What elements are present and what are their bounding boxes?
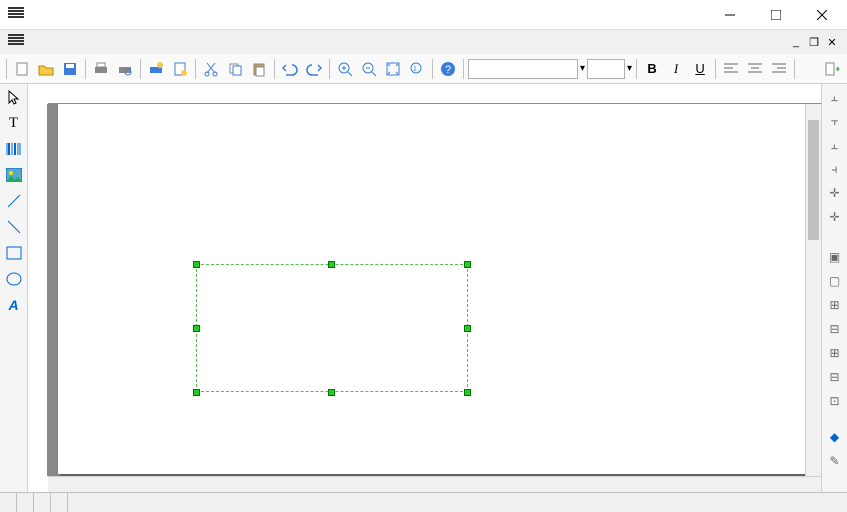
diagonal-tool[interactable]: [3, 216, 25, 238]
status-model: [17, 493, 34, 512]
canvas[interactable]: [48, 104, 821, 476]
undo-button[interactable]: [279, 58, 301, 80]
scrollbar-vertical[interactable]: [805, 104, 821, 476]
label-page[interactable]: [58, 104, 806, 474]
barcode-tool[interactable]: [3, 138, 25, 160]
menu-database[interactable]: [88, 40, 100, 44]
bring-forward-icon[interactable]: ⊞: [826, 344, 844, 362]
lock-icon[interactable]: ⊡: [826, 392, 844, 410]
align-top-icon[interactable]: ⫠: [826, 88, 844, 106]
svg-text:?: ?: [445, 64, 451, 76]
print-button[interactable]: [90, 58, 112, 80]
menu-create[interactable]: [64, 40, 76, 44]
zoom-out-button[interactable]: [358, 58, 380, 80]
resize-handle[interactable]: [193, 325, 200, 332]
maximize-button[interactable]: [753, 0, 799, 30]
align-left-button[interactable]: [720, 58, 742, 80]
send-back-icon[interactable]: ⊟: [826, 320, 844, 338]
select-tool[interactable]: [3, 86, 25, 108]
send-backward-icon[interactable]: ⊟: [826, 368, 844, 386]
resize-handle[interactable]: [193, 389, 200, 396]
menu-view[interactable]: [52, 40, 64, 44]
align-left-icon[interactable]: ⫞: [826, 160, 844, 178]
mdi-close-button[interactable]: ✕: [825, 35, 839, 49]
font-size-select[interactable]: [587, 59, 625, 79]
open-button[interactable]: [35, 58, 57, 80]
align-hcenter-icon[interactable]: ✛: [826, 184, 844, 202]
resize-handle[interactable]: [328, 389, 335, 396]
app-icon: [8, 7, 24, 23]
align-right-button[interactable]: [768, 58, 790, 80]
color-tool-icon[interactable]: ◆: [826, 428, 844, 446]
resize-handle[interactable]: [193, 261, 200, 268]
main-area: T A: [0, 84, 847, 492]
workspace: [28, 84, 821, 492]
align-vcenter-icon[interactable]: ⫟: [826, 112, 844, 130]
bring-front-icon[interactable]: ⊞: [826, 296, 844, 314]
zoom-100-button[interactable]: 1: [406, 58, 428, 80]
status-port: [34, 493, 51, 512]
minimize-button[interactable]: [707, 0, 753, 30]
cut-button[interactable]: [200, 58, 222, 80]
properties-icon[interactable]: ✎: [826, 452, 844, 470]
redo-button[interactable]: [303, 58, 325, 80]
title-bar: [0, 0, 847, 30]
text-style-tool[interactable]: A: [3, 294, 25, 316]
text-tool[interactable]: T: [3, 112, 25, 134]
print-preview-button[interactable]: [114, 58, 136, 80]
print-setup-button[interactable]: [145, 58, 167, 80]
page-setup-button[interactable]: [169, 58, 191, 80]
resize-handle[interactable]: [464, 261, 471, 268]
paste-button[interactable]: [248, 58, 270, 80]
toolbar: 1 ? ▾ ▾ B I U: [0, 54, 847, 84]
menu-arrange[interactable]: [76, 40, 88, 44]
ungroup-icon[interactable]: ▢: [826, 272, 844, 290]
window-controls: [707, 0, 845, 30]
save-button[interactable]: [59, 58, 81, 80]
ruler-vertical: [28, 104, 48, 476]
close-button[interactable]: [799, 0, 845, 30]
rectangle-tool[interactable]: [3, 242, 25, 264]
copy-button[interactable]: [224, 58, 246, 80]
mdi-restore-button[interactable]: ❐: [807, 35, 821, 49]
resize-handle[interactable]: [464, 389, 471, 396]
align-center-button[interactable]: [744, 58, 766, 80]
zoom-in-button[interactable]: [334, 58, 356, 80]
resize-handle[interactable]: [328, 261, 335, 268]
resize-handle[interactable]: [464, 325, 471, 332]
font-name-select[interactable]: [468, 59, 578, 79]
align-bottom-icon[interactable]: ⫠: [826, 136, 844, 154]
line-tool[interactable]: [3, 190, 25, 212]
menu-window[interactable]: [112, 40, 124, 44]
new-button[interactable]: [11, 58, 33, 80]
italic-button[interactable]: I: [665, 58, 687, 80]
menu-edit[interactable]: [40, 40, 52, 44]
menu-bar: _ ❐ ✕: [0, 30, 847, 54]
menu-tool[interactable]: [100, 40, 112, 44]
ellipse-tool[interactable]: [3, 268, 25, 290]
mdi-controls: _ ❐ ✕: [789, 35, 843, 49]
help-button[interactable]: ?: [437, 58, 459, 80]
align-right-icon[interactable]: ✛: [826, 208, 844, 226]
group-icon[interactable]: ▣: [826, 248, 844, 266]
barcode-bars[interactable]: [204, 270, 460, 365]
status-bar: [0, 492, 847, 512]
app-icon-small: [8, 34, 24, 50]
underline-button[interactable]: U: [689, 58, 711, 80]
ruler-horizontal: [48, 84, 821, 104]
menu-file[interactable]: [28, 40, 40, 44]
left-toolbar: T A: [0, 84, 28, 492]
right-toolbar: ⫠ ⫟ ⫠ ⫞ ✛ ✛ ▣ ▢ ⊞ ⊟ ⊞ ⊟ ⊡ ◆ ✎: [821, 84, 847, 492]
image-tool[interactable]: [3, 164, 25, 186]
zoom-fit-button[interactable]: [382, 58, 404, 80]
svg-text:1: 1: [413, 66, 417, 73]
scrollbar-horizontal[interactable]: [48, 476, 821, 492]
export-button[interactable]: [821, 58, 843, 80]
status-size: [0, 493, 17, 512]
menu-help[interactable]: [124, 40, 136, 44]
mdi-minimize-button[interactable]: _: [789, 35, 803, 49]
bold-button[interactable]: B: [641, 58, 663, 80]
status-zoom: [51, 493, 68, 512]
